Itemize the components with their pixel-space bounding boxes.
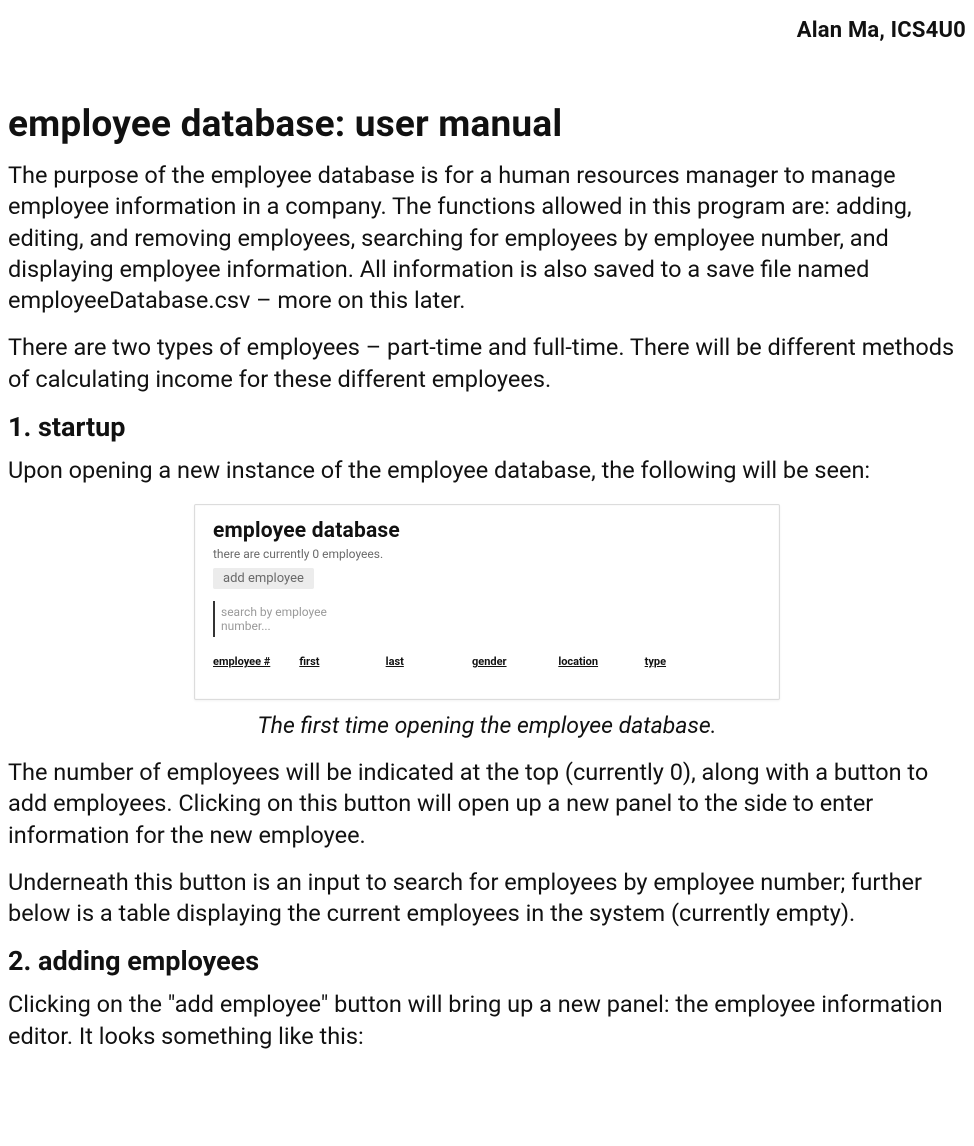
section-1-paragraph-1: Upon opening a new instance of the emplo…	[8, 455, 966, 486]
figure-1-container: employee database there are currently 0 …	[8, 504, 966, 700]
col-employee-number[interactable]: employee #	[213, 655, 299, 668]
col-location[interactable]: location	[558, 655, 644, 668]
app-title: employee database	[213, 519, 761, 543]
intro-paragraph-2: There are two types of employees – part-…	[8, 332, 966, 395]
col-last[interactable]: last	[386, 655, 472, 668]
header-author-course: Alan Ma, ICS4U0	[8, 18, 966, 43]
intro-paragraph-1: The purpose of the employee database is …	[8, 160, 966, 316]
col-gender[interactable]: gender	[472, 655, 558, 668]
add-employee-button[interactable]: add employee	[213, 568, 314, 589]
section-1-paragraph-3: Underneath this button is an input to se…	[8, 867, 966, 930]
section-2-heading: 2. adding employees	[8, 945, 966, 977]
col-type[interactable]: type	[645, 655, 731, 668]
col-first[interactable]: first	[299, 655, 385, 668]
section-1-paragraph-2: The number of employees will be indicate…	[8, 757, 966, 851]
figure-1-caption: The first time opening the employee data…	[8, 712, 966, 739]
app-status-text: there are currently 0 employees.	[213, 547, 761, 561]
document-page: Alan Ma, ICS4U0 employee database: user …	[0, 0, 974, 1108]
section-2-paragraph-1: Clicking on the "add employee" button wi…	[8, 989, 966, 1052]
search-input[interactable]: search by employee number...	[213, 601, 383, 637]
table-header-row: employee # first last gender location ty…	[213, 655, 761, 668]
section-1-heading: 1. startup	[8, 411, 966, 443]
app-window-screenshot: employee database there are currently 0 …	[194, 504, 780, 700]
page-title: employee database: user manual	[8, 103, 966, 146]
